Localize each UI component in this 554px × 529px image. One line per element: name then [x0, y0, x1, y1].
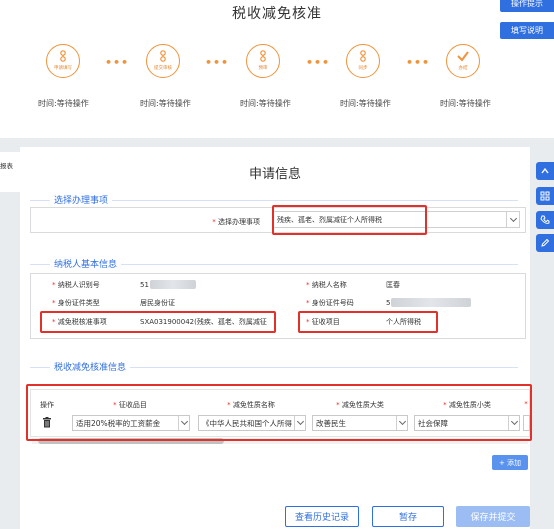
- step-label: 办结: [458, 66, 468, 71]
- exemption-item-value: SXA031900042(残疾、孤老、烈属减征: [136, 313, 272, 330]
- page-title: 税收减免核准: [232, 6, 322, 22]
- col-header-nature-major: * 减免性质大类: [336, 401, 384, 409]
- phone-icon: [540, 215, 550, 224]
- left-side-tab[interactable]: 报表: [0, 152, 20, 192]
- phone-button[interactable]: [536, 211, 554, 229]
- trash-icon[interactable]: [42, 417, 52, 428]
- flow-icon: [360, 50, 366, 62]
- section-title: 申请信息: [248, 167, 301, 182]
- levy-item-select[interactable]: 适用20%税率的工资薪金: [72, 415, 190, 431]
- step-label: 申请填写: [54, 66, 72, 71]
- step-apply: 申请填写: [46, 44, 80, 78]
- nature-major-select[interactable]: 改善民生: [312, 415, 408, 431]
- collapse-up-button[interactable]: [536, 162, 554, 180]
- step-time: 时间:等待操作: [340, 99, 391, 108]
- chevron-down-icon: [508, 416, 519, 430]
- levy-item-value: 个人所得税: [382, 313, 522, 330]
- step-submit: 提交审核: [146, 44, 180, 78]
- chevron-down-icon: [506, 212, 519, 227]
- fill-guide-button[interactable]: 填写说明: [500, 22, 554, 39]
- taxpayer-section-title: 纳税人基本信息: [50, 257, 122, 270]
- nature-name-select[interactable]: 《中华人民共和国个人所得: [198, 415, 306, 431]
- flow-icon: [60, 50, 66, 62]
- step-time: 时间:等待操作: [38, 99, 89, 108]
- left-side-tab-label: 报表: [0, 162, 13, 170]
- select-item-dropdown[interactable]: 残疾、孤老、烈属减征个人所得税: [272, 211, 520, 228]
- flow-icon: [260, 50, 266, 62]
- step-connector: •••: [306, 56, 331, 69]
- taxpayer-name-value: 匡春: [382, 276, 522, 293]
- edit-button[interactable]: [536, 234, 554, 252]
- grid-icon: [540, 191, 550, 201]
- add-row-button[interactable]: + 添加: [492, 455, 528, 470]
- approval-section-title: 税收减免核准信息: [50, 360, 131, 373]
- step-sync: 同步: [346, 44, 380, 78]
- step-time: 时间:等待操作: [240, 99, 291, 108]
- levy-item-label: * 征收项目: [306, 318, 340, 326]
- col-header-operation: 操作: [40, 401, 54, 409]
- step-label: 同步: [358, 66, 368, 71]
- taxpayer-id-label: * 纳税人识别号: [52, 281, 100, 289]
- col-header-nature-name: * 减免性质名称: [227, 401, 275, 409]
- scrollbar-thumb[interactable]: [38, 438, 224, 444]
- id-type-label: * 身份证件类型: [52, 299, 100, 307]
- chevron-up-icon: [541, 167, 549, 174]
- step-label: 提交审核: [154, 66, 172, 71]
- save-submit-button[interactable]: 保存并提交: [456, 506, 530, 527]
- check-icon: [457, 51, 469, 62]
- operation-hint-button[interactable]: 操作提示: [500, 0, 554, 12]
- pencil-icon: [541, 238, 550, 247]
- step-finish: 办结: [446, 44, 480, 78]
- step-time: 时间:等待操作: [140, 99, 191, 108]
- step-label: 预审: [258, 66, 268, 71]
- id-type-value: 居民身份证: [136, 294, 272, 311]
- step-precheck: 预审: [246, 44, 280, 78]
- col-header-nature-minor: * 减免性质小类: [443, 401, 491, 409]
- id-number-label: * 身份证件号码: [306, 299, 354, 307]
- id-number-value: 5: [382, 294, 522, 311]
- flow-icon: [160, 50, 166, 62]
- view-history-button[interactable]: 查看历史记录: [285, 506, 359, 527]
- taxpayer-id-value: 51: [136, 276, 272, 293]
- select-item-label: * 选择办理事项: [212, 218, 260, 226]
- save-draft-button[interactable]: 暂存: [372, 506, 444, 527]
- exemption-item-label: * 减免税核准事项: [52, 318, 107, 326]
- chevron-down-icon: [294, 416, 305, 430]
- progress-panel: 税收减免核准 申请填写 ••• 提交审核 ••• 预审 ••• 同步 ••• 办…: [0, 0, 554, 138]
- chevron-down-icon: [396, 416, 407, 430]
- step-time: 时间:等待操作: [440, 99, 491, 108]
- step-connector: •••: [205, 56, 230, 69]
- overflow-select[interactable]: [523, 415, 530, 431]
- nature-minor-select[interactable]: 社会保障: [414, 415, 520, 431]
- application-panel: 申请信息 选择办理事项 * 选择办理事项 残疾、孤老、烈属减征个人所得税 纳税人…: [20, 147, 530, 529]
- step-connector: •••: [406, 56, 431, 69]
- grid-menu-button[interactable]: [536, 187, 554, 205]
- col-header-item: * 征收品目: [113, 401, 147, 409]
- step-connector: •••: [105, 56, 130, 69]
- chevron-down-icon: [178, 416, 189, 430]
- col-header-overflow: *: [524, 400, 528, 408]
- taxpayer-name-label: * 纳税人名称: [306, 281, 347, 289]
- select-section-title: 选择办理事项: [50, 193, 113, 206]
